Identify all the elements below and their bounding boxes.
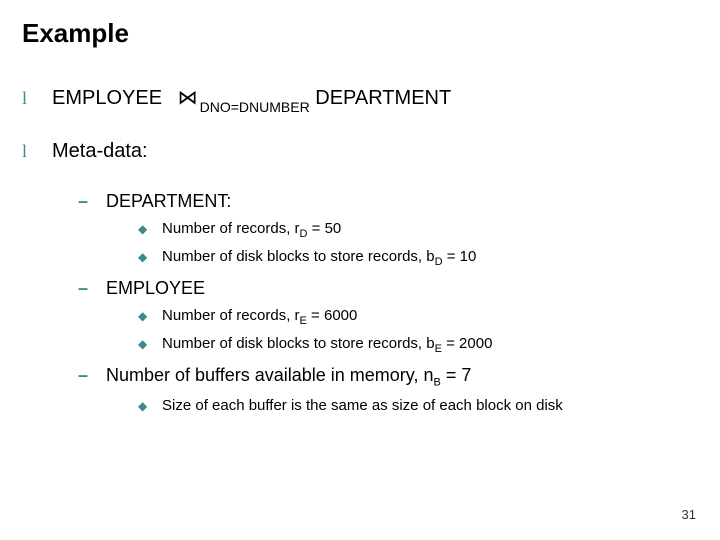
bullet-icon: l xyxy=(22,141,52,162)
metadata-heading: Meta-data: xyxy=(52,140,148,163)
employee-row: – EMPLOYEE xyxy=(78,278,720,299)
join-expression: EMPLOYEE ⋈DNO=DNUMBER DEPARTMENT xyxy=(52,85,451,112)
buffers-row: – Number of buffers available in memory,… xyxy=(78,365,720,389)
diamond-icon: ◆ xyxy=(138,250,162,264)
dash-icon: – xyxy=(78,365,106,386)
relation-left: EMPLOYEE xyxy=(52,87,162,109)
dept-records: Number of records, rD = 50 xyxy=(162,220,341,240)
list-item: ◆ Number of disk blocks to store records… xyxy=(138,248,720,268)
employee-details: ◆ Number of records, rE = 6000 ◆ Number … xyxy=(138,307,720,355)
relation-right: DEPARTMENT xyxy=(315,87,451,109)
department-row: – DEPARTMENT: xyxy=(78,191,720,212)
dept-blocks: Number of disk blocks to store records, … xyxy=(162,248,476,268)
department-label: DEPARTMENT: xyxy=(106,191,231,212)
emp-blocks: Number of disk blocks to store records, … xyxy=(162,335,492,355)
list-item: ◆ Number of records, rD = 50 xyxy=(138,220,720,240)
join-icon: ⋈ xyxy=(168,87,200,109)
department-details: ◆ Number of records, rD = 50 ◆ Number of… xyxy=(138,220,720,268)
diamond-icon: ◆ xyxy=(138,222,162,236)
metadata-block: – DEPARTMENT: ◆ Number of records, rD = … xyxy=(78,191,720,414)
dash-icon: – xyxy=(78,191,106,212)
page-number: 31 xyxy=(682,507,696,522)
bullet-icon: l xyxy=(22,88,52,109)
slide-body: l EMPLOYEE ⋈DNO=DNUMBER DEPARTMENT l Met… xyxy=(0,49,720,414)
buffers-label: Number of buffers available in memory, n… xyxy=(106,365,471,389)
employee-label: EMPLOYEE xyxy=(106,278,205,299)
diamond-icon: ◆ xyxy=(138,309,162,323)
dash-icon: – xyxy=(78,278,106,299)
slide-title: Example xyxy=(0,0,720,49)
buffer-note: Size of each buffer is the same as size … xyxy=(162,397,563,414)
diamond-icon: ◆ xyxy=(138,337,162,351)
metadata-heading-row: l Meta-data: xyxy=(22,140,720,163)
diamond-icon: ◆ xyxy=(138,399,162,413)
list-item: ◆ Size of each buffer is the same as siz… xyxy=(138,397,720,414)
join-condition: DNO=DNUMBER xyxy=(200,99,310,115)
emp-records: Number of records, rE = 6000 xyxy=(162,307,357,327)
list-item: ◆ Number of disk blocks to store records… xyxy=(138,335,720,355)
list-item: ◆ Number of records, rE = 6000 xyxy=(138,307,720,327)
join-expression-row: l EMPLOYEE ⋈DNO=DNUMBER DEPARTMENT xyxy=(22,85,720,112)
buffers-details: ◆ Size of each buffer is the same as siz… xyxy=(138,397,720,414)
